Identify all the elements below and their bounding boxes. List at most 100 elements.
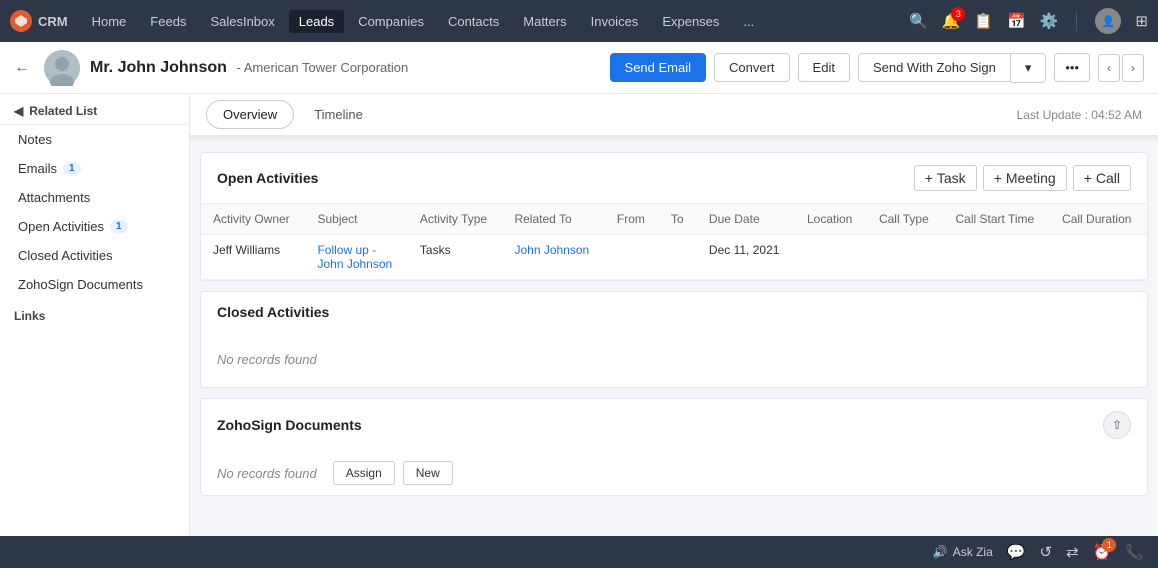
crm-label: CRM <box>38 14 68 29</box>
cell-subject: Follow up -John Johnson <box>305 235 407 280</box>
col-subject: Subject <box>305 204 407 235</box>
sidebar-item-closed-activities[interactable]: Closed Activities <box>0 241 189 270</box>
nav-more[interactable]: ... <box>733 10 764 33</box>
meeting-btn-label: Meeting <box>1006 170 1056 186</box>
tabs-left: Overview Timeline <box>206 100 379 129</box>
sidebar-item-open-activities[interactable]: Open Activities 1 <box>0 212 189 241</box>
bottom-badge: 1 <box>1102 538 1116 552</box>
nav-feeds[interactable]: Feeds <box>140 10 196 33</box>
col-activity-owner: Activity Owner <box>201 204 305 235</box>
closed-activities-section: Closed Activities No records found <box>200 291 1148 388</box>
search-icon[interactable]: 🔍 <box>909 12 928 30</box>
col-related-to: Related To <box>502 204 604 235</box>
nav-expenses[interactable]: Expenses <box>652 10 729 33</box>
notes-label: Notes <box>18 132 52 147</box>
add-call-button[interactable]: + Call <box>1073 165 1131 191</box>
more-actions-button[interactable]: ••• <box>1054 53 1090 82</box>
clock-icon[interactable]: ⏰ 1 <box>1093 543 1112 561</box>
add-task-button[interactable]: + Task <box>914 165 977 191</box>
send-sign-dropdown[interactable]: ▾ <box>1011 53 1047 83</box>
main-layout: ◀ Related List Notes Emails 1 Attachment… <box>0 94 1158 568</box>
nav-invoices[interactable]: Invoices <box>581 10 649 33</box>
new-button[interactable]: New <box>403 461 453 485</box>
top-navigation: CRM Home Feeds SalesInbox Leads Companie… <box>0 0 1158 42</box>
col-to: To <box>659 204 697 235</box>
emails-label: Emails <box>18 161 57 176</box>
settings-icon[interactable]: ⚙️ <box>1040 12 1059 30</box>
zoho-logo-icon <box>10 10 32 32</box>
tab-timeline[interactable]: Timeline <box>298 101 379 128</box>
bottom-bar: 🔊 Ask Zia 💬 ↺ ⇄ ⏰ 1 📞 <box>0 536 1158 568</box>
subheader-actions: Send Email Convert Edit Send With Zoho S… <box>610 53 1144 83</box>
send-sign-group: Send With Zoho Sign ▾ <box>858 53 1046 83</box>
cell-due-date: Dec 11, 2021 <box>697 235 795 280</box>
plus-call-icon: + <box>1084 170 1092 186</box>
contact-name-area: Mr. John Johnson - American Tower Corpor… <box>90 59 408 77</box>
nav-home[interactable]: Home <box>82 10 137 33</box>
calendar-icon[interactable]: 📅 <box>1007 12 1026 30</box>
plus-task-icon: + <box>925 170 933 186</box>
emails-badge: 1 <box>63 162 81 175</box>
convert-button[interactable]: Convert <box>714 53 790 82</box>
cell-call-type <box>867 235 944 280</box>
ask-zia-button[interactable]: 🔊 Ask Zia <box>933 545 993 559</box>
send-sign-button[interactable]: Send With Zoho Sign <box>858 53 1011 82</box>
prev-record-button[interactable]: ‹ <box>1098 54 1120 82</box>
next-record-button[interactable]: › <box>1122 54 1144 82</box>
zohosign-section: ZohoSign Documents ⇧ No records found As… <box>200 398 1148 496</box>
nav-companies[interactable]: Companies <box>348 10 434 33</box>
open-activities-table: Activity Owner Subject Activity Type Rel… <box>201 204 1147 280</box>
zohosign-no-records: No records found <box>217 466 317 481</box>
cell-location <box>795 235 867 280</box>
closed-activities-no-records: No records found <box>201 332 1147 387</box>
nav-salesinbox[interactable]: SalesInbox <box>200 10 284 33</box>
subheader: ← Mr. John Johnson - American Tower Corp… <box>0 42 1158 94</box>
tab-overview[interactable]: Overview <box>206 100 294 129</box>
apps-grid-icon[interactable]: ⊞ <box>1135 12 1148 30</box>
notifications-icon[interactable]: 🔔 3 <box>942 12 961 30</box>
chat-icon[interactable]: 💬 <box>1007 543 1026 561</box>
open-activities-table-wrapper: Activity Owner Subject Activity Type Rel… <box>201 204 1147 280</box>
content-area: Overview Timeline Last Update : 04:52 AM… <box>190 94 1158 568</box>
open-activities-label: Open Activities <box>18 219 104 234</box>
zohosign-label: ZohoSign Documents <box>18 277 143 292</box>
nav-matters[interactable]: Matters <box>513 10 576 33</box>
logo[interactable]: CRM <box>10 10 68 32</box>
zohosign-title: ZohoSign Documents <box>217 417 362 433</box>
closed-activities-label: Closed Activities <box>18 248 113 263</box>
open-activities-badge: 1 <box>110 220 128 233</box>
open-activities-header: Open Activities + Task + Meeting + Call <box>201 153 1147 204</box>
closed-activities-header: Closed Activities <box>201 292 1147 332</box>
assign-button[interactable]: Assign <box>333 461 395 485</box>
open-activities-actions: + Task + Meeting + Call <box>914 165 1131 191</box>
sidebar-item-attachments[interactable]: Attachments <box>0 183 189 212</box>
nav-leads[interactable]: Leads <box>289 10 344 33</box>
refresh-icon[interactable]: ↺ <box>1039 543 1052 561</box>
sidebar-item-emails[interactable]: Emails 1 <box>0 154 189 183</box>
related-list-header[interactable]: ◀ Related List <box>0 94 189 125</box>
sidebar-item-zohosign[interactable]: ZohoSign Documents <box>0 270 189 299</box>
contact-avatar <box>44 50 80 86</box>
sync-icon[interactable]: ⇄ <box>1066 543 1079 561</box>
sidebar-item-notes[interactable]: Notes <box>0 125 189 154</box>
user-avatar[interactable]: 👤 <box>1095 8 1121 34</box>
table-row: Jeff Williams Follow up -John Johnson Ta… <box>201 235 1147 280</box>
collapse-button[interactable]: ⇧ <box>1103 411 1131 439</box>
subject-link[interactable]: Follow up -John Johnson <box>317 243 392 271</box>
phone-icon[interactable]: 📞 <box>1125 543 1144 561</box>
nav-contacts[interactable]: Contacts <box>438 10 509 33</box>
col-call-start-time: Call Start Time <box>944 204 1051 235</box>
zohosign-header: ZohoSign Documents ⇧ <box>201 399 1147 451</box>
calendar-plus-icon[interactable]: 📋 <box>974 12 993 30</box>
last-update-text: Last Update : 04:52 AM <box>1017 108 1142 122</box>
related-list-label: Related List <box>29 104 97 118</box>
task-btn-label: Task <box>937 170 966 186</box>
send-email-button[interactable]: Send Email <box>610 53 706 82</box>
edit-button[interactable]: Edit <box>798 53 850 82</box>
col-activity-type: Activity Type <box>408 204 503 235</box>
related-to-link[interactable]: John Johnson <box>514 243 589 257</box>
back-button[interactable]: ← <box>14 59 30 77</box>
open-activities-title: Open Activities <box>217 170 318 186</box>
add-meeting-button[interactable]: + Meeting <box>983 165 1067 191</box>
col-from: From <box>605 204 659 235</box>
